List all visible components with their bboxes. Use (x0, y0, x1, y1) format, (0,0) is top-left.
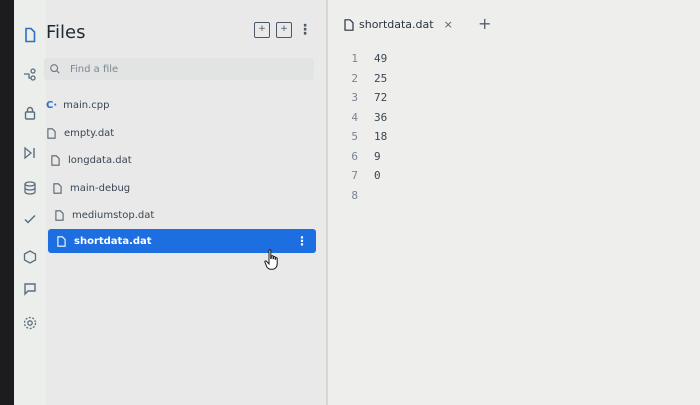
code-line: 70 (328, 169, 387, 189)
file-icon (52, 182, 62, 194)
lock-icon[interactable] (14, 100, 46, 126)
line-text: 49 (374, 52, 388, 65)
editor-lines[interactable]: 1 49 2 25 3 72 4 36 5 18 69 70 8 (328, 52, 387, 208)
code-line: 4 36 (328, 111, 387, 131)
activity-bar (14, 0, 46, 405)
line-text: 72 (374, 91, 388, 104)
files-panel: Files + + ⋮ Find a file C· main.cpp empt… (44, 0, 326, 405)
line-number: 8 (351, 188, 358, 202)
line-number: 6 (351, 149, 358, 163)
file-search-input[interactable]: Find a file (44, 58, 314, 80)
code-line: 8 (328, 189, 387, 209)
file-name: shortdata.dat (74, 235, 152, 247)
debug-icon[interactable] (14, 140, 46, 166)
new-folder-icon[interactable]: + (276, 22, 292, 38)
line-text: 18 (374, 130, 388, 143)
line-number: 2 (351, 71, 358, 85)
tab-label: shortdata.dat (359, 18, 434, 31)
files-header-actions: + + ⋮ (254, 22, 312, 38)
database-icon[interactable] (14, 175, 46, 201)
file-name: longdata.dat (68, 154, 132, 166)
file-item-empty-dat[interactable]: empty.dat (46, 124, 114, 142)
chat-icon[interactable] (14, 276, 46, 302)
line-text: 25 (374, 71, 388, 85)
file-item-longdata-dat[interactable]: longdata.dat (50, 151, 132, 169)
file-name: empty.dat (64, 127, 115, 139)
line-number: 3 (351, 91, 358, 104)
more-options-icon[interactable]: ⋮ (298, 23, 312, 37)
line-text: 36 (374, 110, 388, 124)
file-name: main-debug (70, 182, 131, 194)
code-line: 3 72 (328, 91, 387, 111)
add-tab-button[interactable]: + (478, 14, 491, 33)
line-text: 0 (374, 169, 381, 182)
tab-close-icon[interactable]: × (444, 18, 453, 31)
editor-pane: shortdata.dat × + 1 49 2 25 3 72 4 36 5 18 69… (328, 0, 700, 405)
line-number: 7 (351, 169, 358, 182)
hand-pointer-cursor-icon (264, 249, 278, 270)
file-icon (46, 127, 56, 139)
code-line: 69 (328, 150, 387, 170)
code-line: 2 25 (328, 72, 387, 92)
monitor-bezel (0, 0, 14, 405)
file-icon (56, 235, 66, 247)
line-number: 5 (351, 130, 358, 143)
file-item-main-cpp[interactable]: C· main.cpp (46, 96, 110, 114)
editor-tab-shortdata[interactable]: shortdata.dat × (344, 18, 453, 31)
check-icon[interactable] (14, 206, 46, 232)
new-file-icon[interactable]: + (254, 22, 270, 38)
file-icon (344, 18, 354, 31)
file-item-mediumstop-dat[interactable]: mediumstop.dat (54, 206, 154, 224)
line-number: 1 (351, 52, 358, 65)
file-name: mediumstop.dat (72, 209, 155, 221)
package-icon[interactable] (14, 244, 46, 270)
file-name: main.cpp (63, 99, 110, 111)
file-options-icon[interactable]: ⋮ (296, 234, 308, 248)
git-icon[interactable] (14, 62, 46, 88)
file-item-main-debug[interactable]: main-debug (52, 179, 130, 197)
search-placeholder: Find a file (70, 63, 119, 75)
line-text: 9 (374, 149, 381, 163)
settings-icon[interactable] (14, 310, 46, 336)
line-number: 4 (351, 110, 358, 124)
code-line: 1 49 (328, 52, 387, 72)
code-line: 5 18 (328, 130, 387, 150)
cpp-file-icon: C· (46, 99, 58, 111)
file-icon (54, 209, 64, 221)
file-icon (50, 154, 60, 166)
search-icon (48, 62, 62, 76)
files-panel-title: Files (46, 22, 86, 43)
